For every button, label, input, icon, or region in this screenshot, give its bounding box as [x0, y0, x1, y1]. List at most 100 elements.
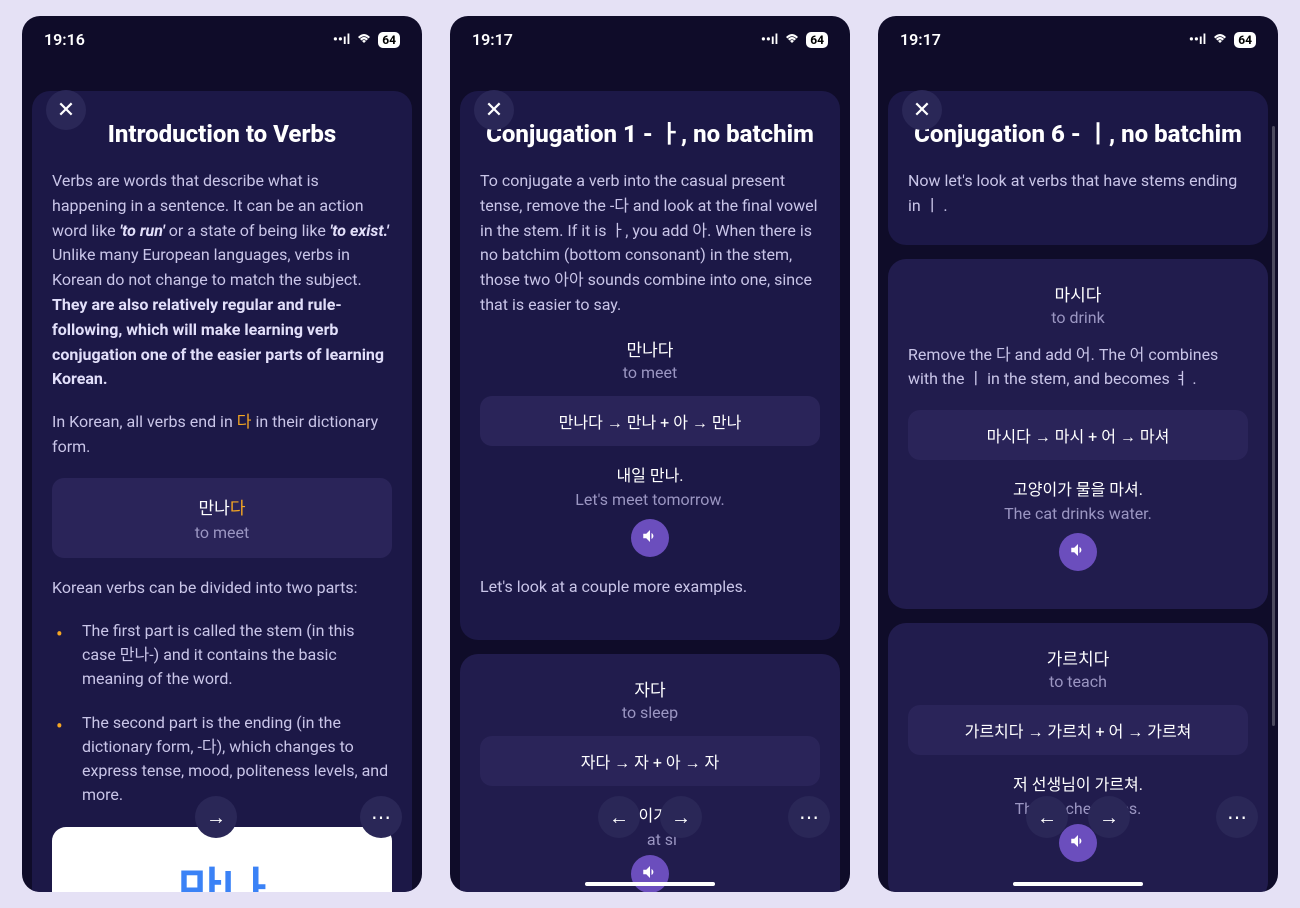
example-sentence-1: 고양이가 물을 마셔. The cat drinks water.: [908, 476, 1248, 571]
example-sentence-1: 내일 만나. Let's meet tomorrow.: [480, 462, 820, 557]
close-button[interactable]: ✕: [46, 90, 86, 130]
phone-screen-1: 19:16 ••ıl 64 ✕ Introduction to Verbs Ve…: [22, 16, 422, 892]
wifi-icon: [356, 32, 372, 48]
verb-korean: 만나다: [480, 336, 820, 361]
verb-breakdown-text: 만나: [76, 851, 368, 892]
signal-icon: ••ıl: [1189, 32, 1206, 48]
lesson-intro: Now let's look at verbs that have stems …: [908, 169, 1248, 219]
close-button[interactable]: ✕: [902, 90, 942, 130]
verb-entry-1: 마시다 to drink: [908, 281, 1248, 327]
verb-english: to meet: [480, 363, 820, 382]
status-indicators: ••ıl 64: [1189, 32, 1256, 48]
conjugation-formula-2: 가르치다 → 가르치 + 어 → 가르쳐: [908, 705, 1248, 755]
verb-korean: 가르치다: [908, 645, 1248, 670]
home-indicator: [1013, 882, 1143, 886]
ellipsis-icon: ⋯: [371, 805, 391, 829]
phone-screen-2: 19:17 ••ıl 64 ✕ Conjugation 1 - ㅏ, no ba…: [450, 16, 850, 892]
close-icon: ✕: [485, 98, 503, 123]
status-time: 19:17: [900, 30, 941, 49]
lesson-card-1: 마시다 to drink Remove the 다 and add 어. The…: [888, 259, 1268, 610]
lesson-card-2: 자다 to sleep 자다 → 자 + 아 → 자 고양이가 자. at sl: [460, 654, 840, 892]
battery-indicator: 64: [1234, 32, 1256, 48]
scroll-indicator: [1272, 126, 1275, 726]
home-indicator: [585, 882, 715, 886]
lesson-paragraph-3: Korean verbs can be divided into two par…: [52, 576, 392, 601]
wifi-icon: [784, 32, 800, 48]
audio-play-button[interactable]: [631, 519, 669, 557]
lesson-card-intro: Conjugation 6 - ㅣ, no batchim Now let's …: [888, 91, 1268, 245]
lesson-title: Conjugation 1 - ㅏ, no batchim: [480, 119, 820, 149]
prev-button[interactable]: ←: [1026, 796, 1068, 838]
verb-english: to teach: [908, 672, 1248, 691]
signal-icon: ••ıl: [333, 32, 350, 48]
verb-entry-2: 자다 to sleep: [480, 676, 820, 722]
next-button[interactable]: →: [1088, 796, 1130, 838]
content-area: Conjugation 1 - ㅏ, no batchim To conjuga…: [450, 55, 850, 892]
close-icon: ✕: [57, 98, 75, 123]
lesson-explanation: Remove the 다 and add 어. The 어 combines w…: [908, 343, 1248, 393]
battery-indicator: 64: [806, 32, 828, 48]
lesson-card: Introduction to Verbs Verbs are words th…: [32, 91, 412, 892]
example-korean: 내일 만나.: [480, 462, 820, 486]
arrow-left-icon: ←: [1037, 805, 1057, 830]
close-icon: ✕: [913, 98, 931, 123]
content-area: Conjugation 6 - ㅣ, no batchim Now let's …: [878, 55, 1278, 892]
arrow-left-icon: ←: [609, 805, 629, 830]
verb-entry-1: 만나다 to meet: [480, 336, 820, 382]
audio-play-button[interactable]: [631, 855, 669, 892]
audio-play-button[interactable]: [1059, 533, 1097, 571]
signal-icon: ••ıl: [761, 32, 778, 48]
close-button[interactable]: ✕: [474, 90, 514, 130]
status-bar: 19:17 ••ıl 64: [878, 16, 1278, 55]
content-area: Introduction to Verbs Verbs are words th…: [22, 55, 422, 892]
arrow-right-icon: →: [206, 805, 226, 830]
example-korean: 고양이가 물을 마셔.: [908, 476, 1248, 500]
ellipsis-icon: ⋯: [1227, 805, 1247, 829]
bullet-item-2: The second part is the ending (in the di…: [52, 711, 392, 807]
verb-english: to sleep: [480, 703, 820, 722]
wifi-icon: [1212, 32, 1228, 48]
phone-screen-3: 19:17 ••ıl 64 ✕ Conjugation 6 - ㅣ, no ba…: [878, 16, 1278, 892]
arrow-right-icon: →: [1099, 805, 1119, 830]
bullet-list: The first part is called the stem (in th…: [52, 619, 392, 807]
battery-indicator: 64: [378, 32, 400, 48]
more-button[interactable]: ⋯: [360, 796, 402, 838]
lesson-card-2: 가르치다 to teach 가르치다 → 가르치 + 어 → 가르쳐 저 선생님…: [888, 623, 1268, 892]
status-bar: 19:17 ••ıl 64: [450, 16, 850, 55]
more-button[interactable]: ⋯: [1216, 796, 1258, 838]
verb-korean: 자다: [480, 676, 820, 701]
speaker-icon: [641, 527, 659, 549]
arrow-right-icon: →: [671, 805, 691, 830]
conjugation-formula-1: 마시다 → 마시 + 어 → 마셔: [908, 410, 1248, 460]
lesson-title: Conjugation 6 - ㅣ, no batchim: [908, 119, 1248, 149]
verb-english: to drink: [908, 308, 1248, 327]
lesson-title: Introduction to Verbs: [52, 119, 392, 149]
status-bar: 19:16 ••ıl 64: [22, 16, 422, 55]
verb-korean: 마시다: [908, 281, 1248, 306]
example-translation: to meet: [68, 523, 376, 542]
more-button[interactable]: ⋯: [788, 796, 830, 838]
status-time: 19:16: [44, 30, 85, 49]
example-english: Let's meet tomorrow.: [480, 490, 820, 509]
next-button[interactable]: →: [660, 796, 702, 838]
lesson-paragraph-1: Verbs are words that describe what is ha…: [52, 169, 392, 392]
ellipsis-icon: ⋯: [799, 805, 819, 829]
example-english: The cat drinks water.: [908, 504, 1248, 523]
lesson-paragraph: To conjugate a verb into the casual pres…: [480, 169, 820, 318]
prev-button[interactable]: ←: [598, 796, 640, 838]
next-button[interactable]: →: [195, 796, 237, 838]
status-indicators: ••ıl 64: [761, 32, 828, 48]
conjugation-formula-2: 자다 → 자 + 아 → 자: [480, 736, 820, 786]
nav-controls: ← →: [598, 796, 702, 838]
lesson-card-1: Conjugation 1 - ㅏ, no batchim To conjuga…: [460, 91, 840, 640]
status-time: 19:17: [472, 30, 513, 49]
verb-entry-2: 가르치다 to teach: [908, 645, 1248, 691]
example-korean: 만나다: [68, 494, 376, 519]
lesson-paragraph-2: In Korean, all verbs end in 다 in their d…: [52, 410, 392, 460]
example-box: 만나다 to meet: [52, 478, 392, 558]
speaker-icon: [1069, 541, 1087, 563]
status-indicators: ••ıl 64: [333, 32, 400, 48]
example-korean: 저 선생님이 가르쳐.: [908, 771, 1248, 795]
lesson-closing: Let's look at a couple more examples.: [480, 575, 820, 600]
conjugation-formula-1: 만나다 → 만나 + 아 → 만나: [480, 396, 820, 446]
